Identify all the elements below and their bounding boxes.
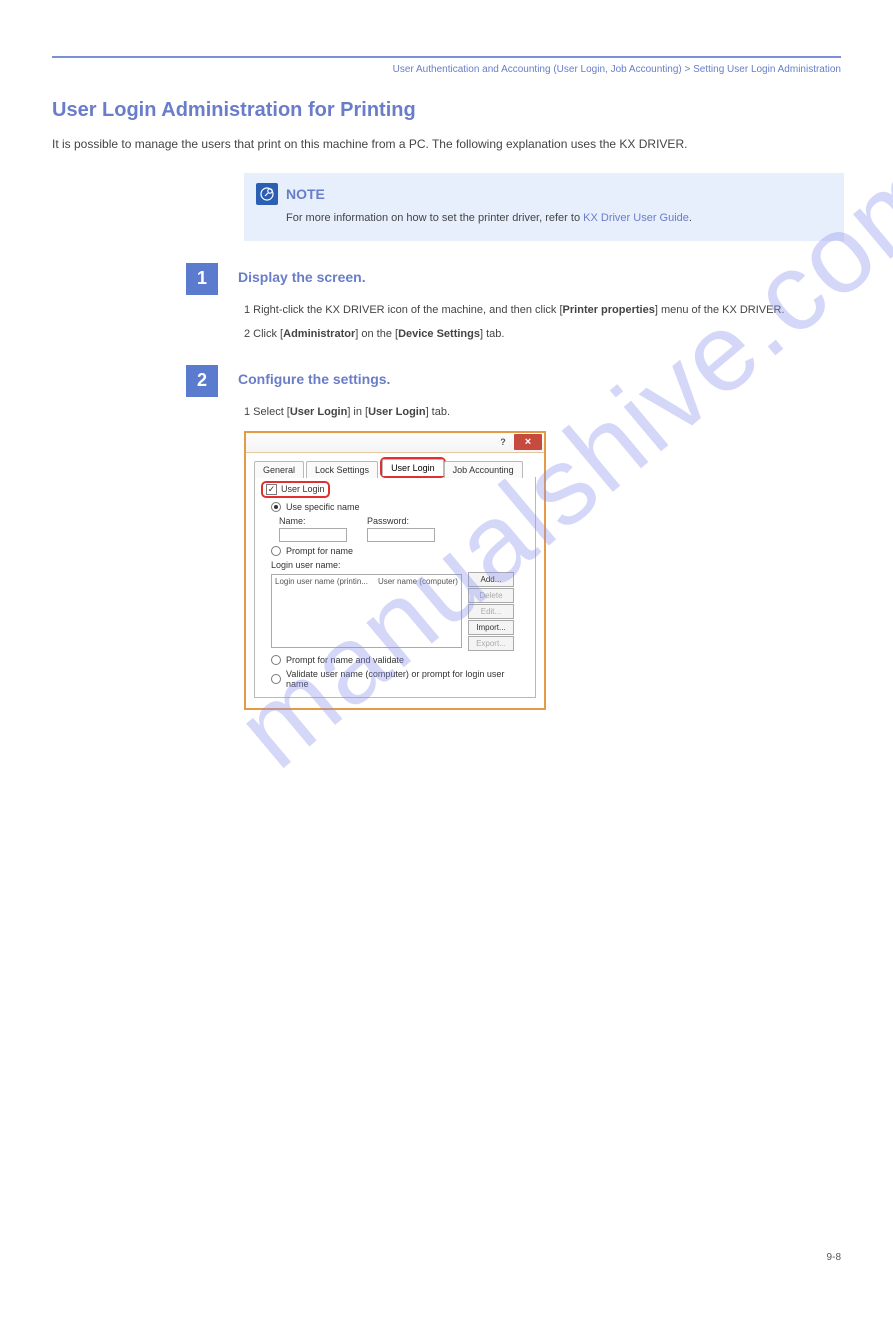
step-title-2: Configure the settings.: [238, 365, 390, 397]
name-label: Name:: [279, 516, 347, 526]
section-title: User Login Administration for Printing: [52, 99, 893, 122]
header-rule: [52, 56, 841, 58]
radio-use-specific-name[interactable]: [271, 502, 281, 512]
radio-validate-user-name-label: Validate user name (computer) or prompt …: [286, 669, 529, 689]
note-heading: NOTE: [286, 186, 325, 202]
tab-lock-settings[interactable]: Lock Settings: [306, 461, 378, 478]
substep-2-bold1: Administrator: [283, 328, 355, 340]
close-icon[interactable]: ×: [514, 434, 542, 450]
tab-job-accounting[interactable]: Job Accounting: [444, 461, 523, 478]
tab-user-login[interactable]: User Login: [382, 459, 444, 476]
list-col-1: Login user name (printin...: [275, 577, 368, 586]
highlight-user-login-tab: User Login: [380, 457, 446, 478]
breadcrumb: User Authentication and Accounting (User…: [0, 64, 841, 75]
radio-prompt-for-name[interactable]: [271, 546, 281, 556]
password-label: Password:: [367, 516, 435, 526]
substep-3-bold1: User Login: [290, 406, 347, 418]
highlight-user-login-checkbox: User Login: [261, 481, 330, 498]
substep-1-suffix: ] menu of the KX DRIVER.: [655, 304, 785, 316]
title-help-button[interactable]: ?: [492, 434, 514, 450]
list-col-2: User name (computer): [378, 577, 458, 586]
page-number: 9-8: [827, 1252, 841, 1263]
add-button[interactable]: Add...: [468, 572, 514, 587]
note-icon: [256, 183, 278, 205]
import-button[interactable]: Import...: [468, 620, 514, 635]
radio-validate-user-name[interactable]: [271, 674, 281, 684]
note-body-prefix: For more information on how to set the p…: [286, 212, 583, 224]
login-user-name-label: Login user name:: [271, 560, 529, 570]
radio-prompt-and-validate[interactable]: [271, 655, 281, 665]
tab-general[interactable]: General: [254, 461, 304, 478]
export-button[interactable]: Export...: [468, 636, 514, 651]
substep-2-bold2: Device Settings: [398, 328, 480, 340]
substep-3-mid: ] in [: [347, 406, 368, 418]
login-user-listbox[interactable]: Login user name (printin... User name (c…: [271, 574, 462, 648]
note-body-suffix: .: [689, 212, 692, 224]
edit-button[interactable]: Edit...: [468, 604, 514, 619]
name-field[interactable]: [279, 528, 347, 542]
substep-2-mid: ] on the [: [355, 328, 398, 340]
step-title-1: Display the screen.: [238, 263, 366, 295]
substep-3-prefix: 1 Select [: [244, 406, 290, 418]
dialog-window: ? × General Lock Settings User Login Job…: [244, 431, 546, 710]
substep-3-suffix: ] tab.: [426, 406, 450, 418]
substep-2-prefix: 2 Click [: [244, 328, 283, 340]
substep-1-bold: Printer properties: [563, 304, 655, 316]
delete-button[interactable]: Delete: [468, 588, 514, 603]
radio-prompt-for-name-label: Prompt for name: [286, 546, 353, 556]
substep-2-suffix: ] tab.: [480, 328, 504, 340]
step-number-1: 1: [186, 263, 218, 295]
lead-paragraph: It is possible to manage the users that …: [52, 136, 841, 153]
note-body-link: KX Driver User Guide: [583, 212, 689, 224]
radio-prompt-and-validate-label: Prompt for name and validate: [286, 655, 404, 665]
user-login-checkbox-label: User Login: [281, 484, 325, 494]
password-field[interactable]: [367, 528, 435, 542]
user-login-checkbox[interactable]: [266, 484, 277, 495]
substep-1-prefix: 1 Right-click the KX DRIVER icon of the …: [244, 304, 563, 316]
radio-use-specific-name-label: Use specific name: [286, 502, 360, 512]
step-number-2: 2: [186, 365, 218, 397]
note-box: NOTE For more information on how to set …: [244, 173, 844, 240]
substep-3-bold2: User Login: [368, 406, 425, 418]
